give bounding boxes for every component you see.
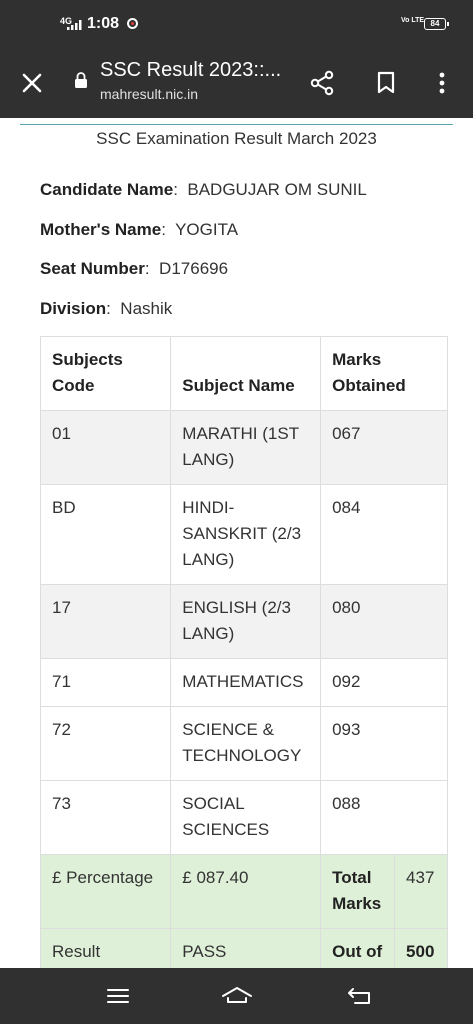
- marks-obtained: 084: [320, 484, 448, 585]
- menu-icon: [107, 989, 129, 1003]
- browser-toolbar: SSC Result 2023::... mahresult.nic.in: [0, 48, 473, 118]
- home-button[interactable]: [217, 978, 257, 1014]
- subject-code: 01: [39, 410, 172, 485]
- division-value: Nashik: [120, 299, 173, 318]
- clock: 1:08: [87, 15, 120, 32]
- header-subject-code: Subjects Code: [39, 336, 172, 411]
- percentage-value: £ 087.40: [170, 854, 322, 929]
- close-tab-button[interactable]: [10, 61, 54, 105]
- lock-icon: [75, 72, 87, 88]
- share-icon: [310, 70, 334, 96]
- percentage-label: £ Percentage: [39, 854, 172, 929]
- subject-code: 73: [39, 780, 172, 855]
- more-options-button[interactable]: [420, 61, 464, 105]
- table-row: 73 SOCIAL SCIENCES 088: [39, 780, 448, 855]
- more-vert-icon: [439, 72, 445, 94]
- screen-record-icon: [127, 18, 138, 29]
- subject-code: 72: [39, 706, 172, 781]
- subject-name: SCIENCE & TECHNOLOGY: [170, 706, 322, 781]
- home-icon: [222, 987, 252, 1003]
- result-row: Result PASS Out of 500: [39, 928, 448, 968]
- subject-code: BD: [39, 484, 172, 585]
- marks-table: Subjects Code Subject Name Marks Obtaine…: [39, 336, 448, 968]
- table-row: 72 SCIENCE & TECHNOLOGY 093: [39, 706, 448, 781]
- result-label: Result: [39, 928, 172, 968]
- page-title[interactable]: SSC Result 2023::...: [100, 59, 290, 82]
- bookmark-button[interactable]: [364, 61, 408, 105]
- marks-obtained: 088: [320, 780, 448, 855]
- marks-obtained: 080: [320, 584, 448, 659]
- bookmark-icon: [377, 71, 395, 94]
- close-icon: [22, 73, 42, 93]
- table-row: 01 MARATHI (1ST LANG) 067: [39, 410, 448, 485]
- table-row: 17 ENGLISH (2/3 LANG) 080: [39, 584, 448, 659]
- back-button[interactable]: [340, 978, 380, 1014]
- marks-obtained: 067: [320, 410, 448, 485]
- percentage-row: £ Percentage £ 087.40 Total Marks 437: [39, 854, 448, 929]
- subject-code: 17: [39, 584, 172, 659]
- divider: [20, 124, 453, 125]
- out-of-label: Out of: [320, 928, 396, 968]
- seat-number-value: D176696: [159, 259, 229, 278]
- header-subject-name: Subject Name: [170, 336, 322, 411]
- table-row: BD HINDI-SANSKRIT (2/3 LANG) 084: [39, 484, 448, 585]
- web-content: SSC Examination Result March 2023 Candid…: [0, 118, 473, 968]
- seat-number-row: Seat Number: D176696: [40, 259, 229, 278]
- recent-apps-button[interactable]: [98, 978, 138, 1014]
- mother-name-row: Mother's Name: YOGITA: [40, 220, 239, 239]
- mother-name-label: Mother's Name: [40, 220, 162, 239]
- marks-obtained: 092: [320, 658, 448, 707]
- battery-icon: 84: [424, 18, 449, 30]
- candidate-name-row: Candidate Name: BADGUJAR OM SUNIL: [40, 180, 367, 199]
- subject-name: HINDI-SANSKRIT (2/3 LANG): [170, 484, 322, 585]
- total-marks-value: 437: [394, 854, 448, 929]
- header-marks-obtained: Marks Obtained: [320, 336, 448, 411]
- table-header-row: Subjects Code Subject Name Marks Obtaine…: [39, 336, 448, 411]
- system-nav-bar: [0, 968, 473, 1024]
- subject-name: SOCIAL SCIENCES: [170, 780, 322, 855]
- marks-obtained: 093: [320, 706, 448, 781]
- back-icon: [348, 988, 370, 1004]
- exam-title: SSC Examination Result March 2023: [96, 129, 377, 148]
- out-of-value: 500: [394, 928, 448, 968]
- division-label: Division: [40, 299, 107, 318]
- candidate-name-value: BADGUJAR OM SUNIL: [187, 180, 367, 199]
- table-row: 71 MATHEMATICS 092: [39, 658, 448, 707]
- seat-number-label: Seat Number: [40, 259, 145, 278]
- page-url[interactable]: mahresult.nic.in: [100, 86, 198, 102]
- status-bar: 4G 1:08 Vo LTE 84: [0, 0, 473, 48]
- result-value: PASS: [170, 928, 322, 968]
- subject-code: 71: [39, 658, 172, 707]
- mother-name-value: YOGITA: [175, 220, 239, 239]
- subject-name: ENGLISH (2/3 LANG): [170, 584, 322, 659]
- subject-name: MATHEMATICS: [170, 658, 322, 707]
- candidate-name-label: Candidate Name: [40, 180, 174, 199]
- signal-icon: [67, 20, 82, 30]
- share-button[interactable]: [300, 61, 344, 105]
- division-row: Division: Nashik: [40, 299, 173, 318]
- total-marks-label: Total Marks: [320, 854, 396, 929]
- volte-indicator: Vo LTE: [401, 17, 425, 24]
- subject-name: MARATHI (1ST LANG): [170, 410, 322, 485]
